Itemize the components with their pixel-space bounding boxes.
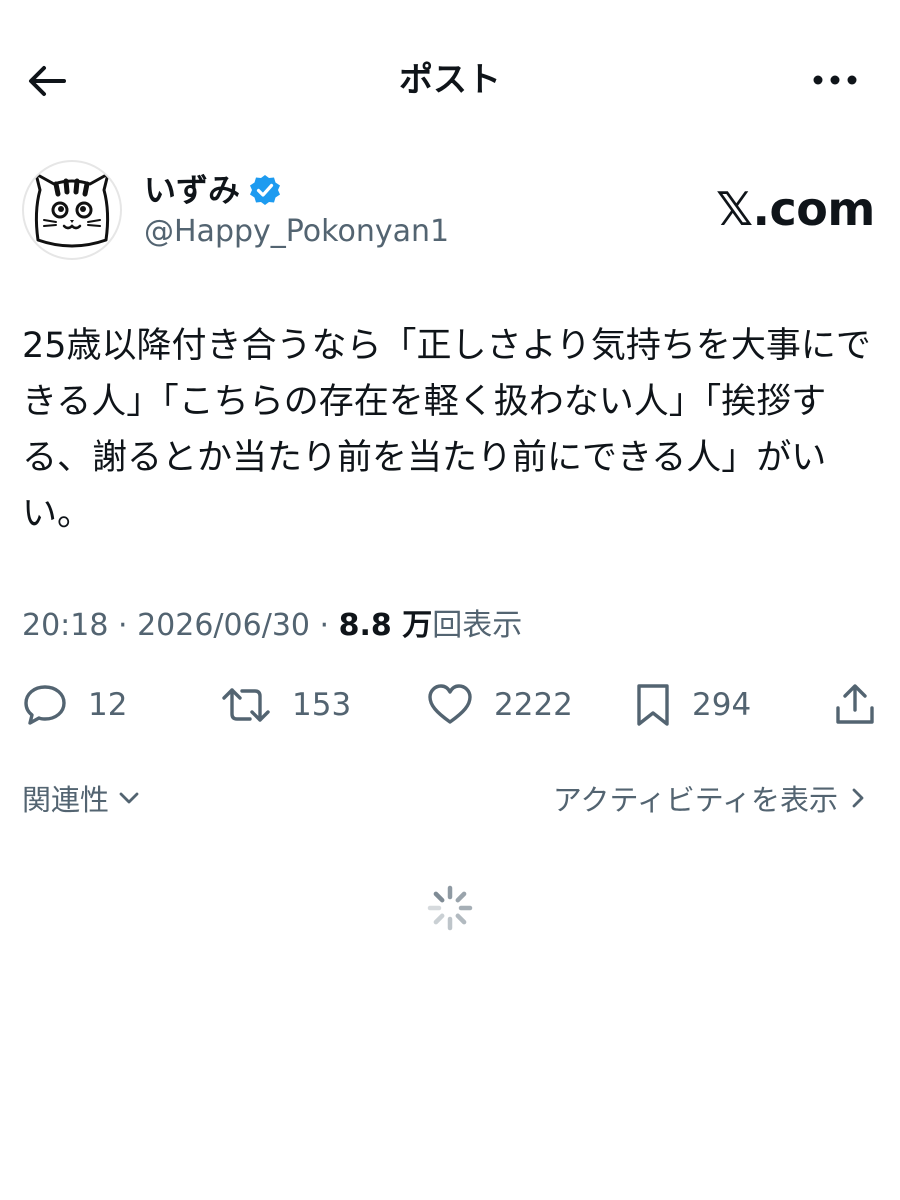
share-icon [836,684,874,724]
avatar[interactable] [22,160,122,260]
chevron-down-icon [119,792,139,804]
like-count: 2222 [494,687,573,723]
spinner-icon [427,885,473,931]
loading-spinner [426,884,474,932]
display-name: いずみ [144,171,241,209]
meta-separator: · [108,608,138,643]
heart-icon [428,684,472,724]
views-count: 8.8 万 [338,608,433,643]
like-button[interactable]: 2222 [426,678,573,732]
relevance-label: 関連性 [22,783,110,817]
view-activity-link[interactable]: アクティビティを表示 [553,776,872,820]
relevance-sort-button[interactable]: 関連性 [22,776,143,820]
reply-count: 12 [88,687,128,723]
verified-badge-icon [250,175,281,205]
post-date: 2026/06/30 [137,608,310,643]
bookmark-button[interactable]: 294 [634,678,751,732]
reply-icon [24,685,66,725]
more-button[interactable] [808,62,862,98]
share-button[interactable] [832,678,878,732]
post-meta: 20:18 · 2026/06/30 · 8.8 万回表示 [22,604,522,648]
activity-label: アクティビティを表示 [552,783,838,817]
views-label: 回表示 [432,608,523,643]
reply-button[interactable]: 12 [22,678,127,732]
chevron-right-icon [852,788,864,808]
source-logo: 𝕏.com [716,182,875,236]
bookmark-count: 294 [692,687,752,723]
post-text: 25歳以降付き合うなら「正しさより気持ちを大事にできる人」「こちらの存在を軽く扱… [22,326,871,534]
page-title: ポスト [399,60,501,100]
more-dots-icon [813,75,857,85]
author-name-row[interactable]: いずみ [144,168,282,212]
author-handle[interactable]: @Happy_Pokonyan1 [144,212,449,252]
post-time: 20:18 [22,608,109,643]
repost-button[interactable]: 153 [220,678,351,732]
bookmark-icon [637,684,669,726]
meta-separator: · [310,608,339,643]
repost-count: 153 [292,687,352,723]
cat-avatar-icon [34,172,110,248]
repost-icon [222,688,270,722]
